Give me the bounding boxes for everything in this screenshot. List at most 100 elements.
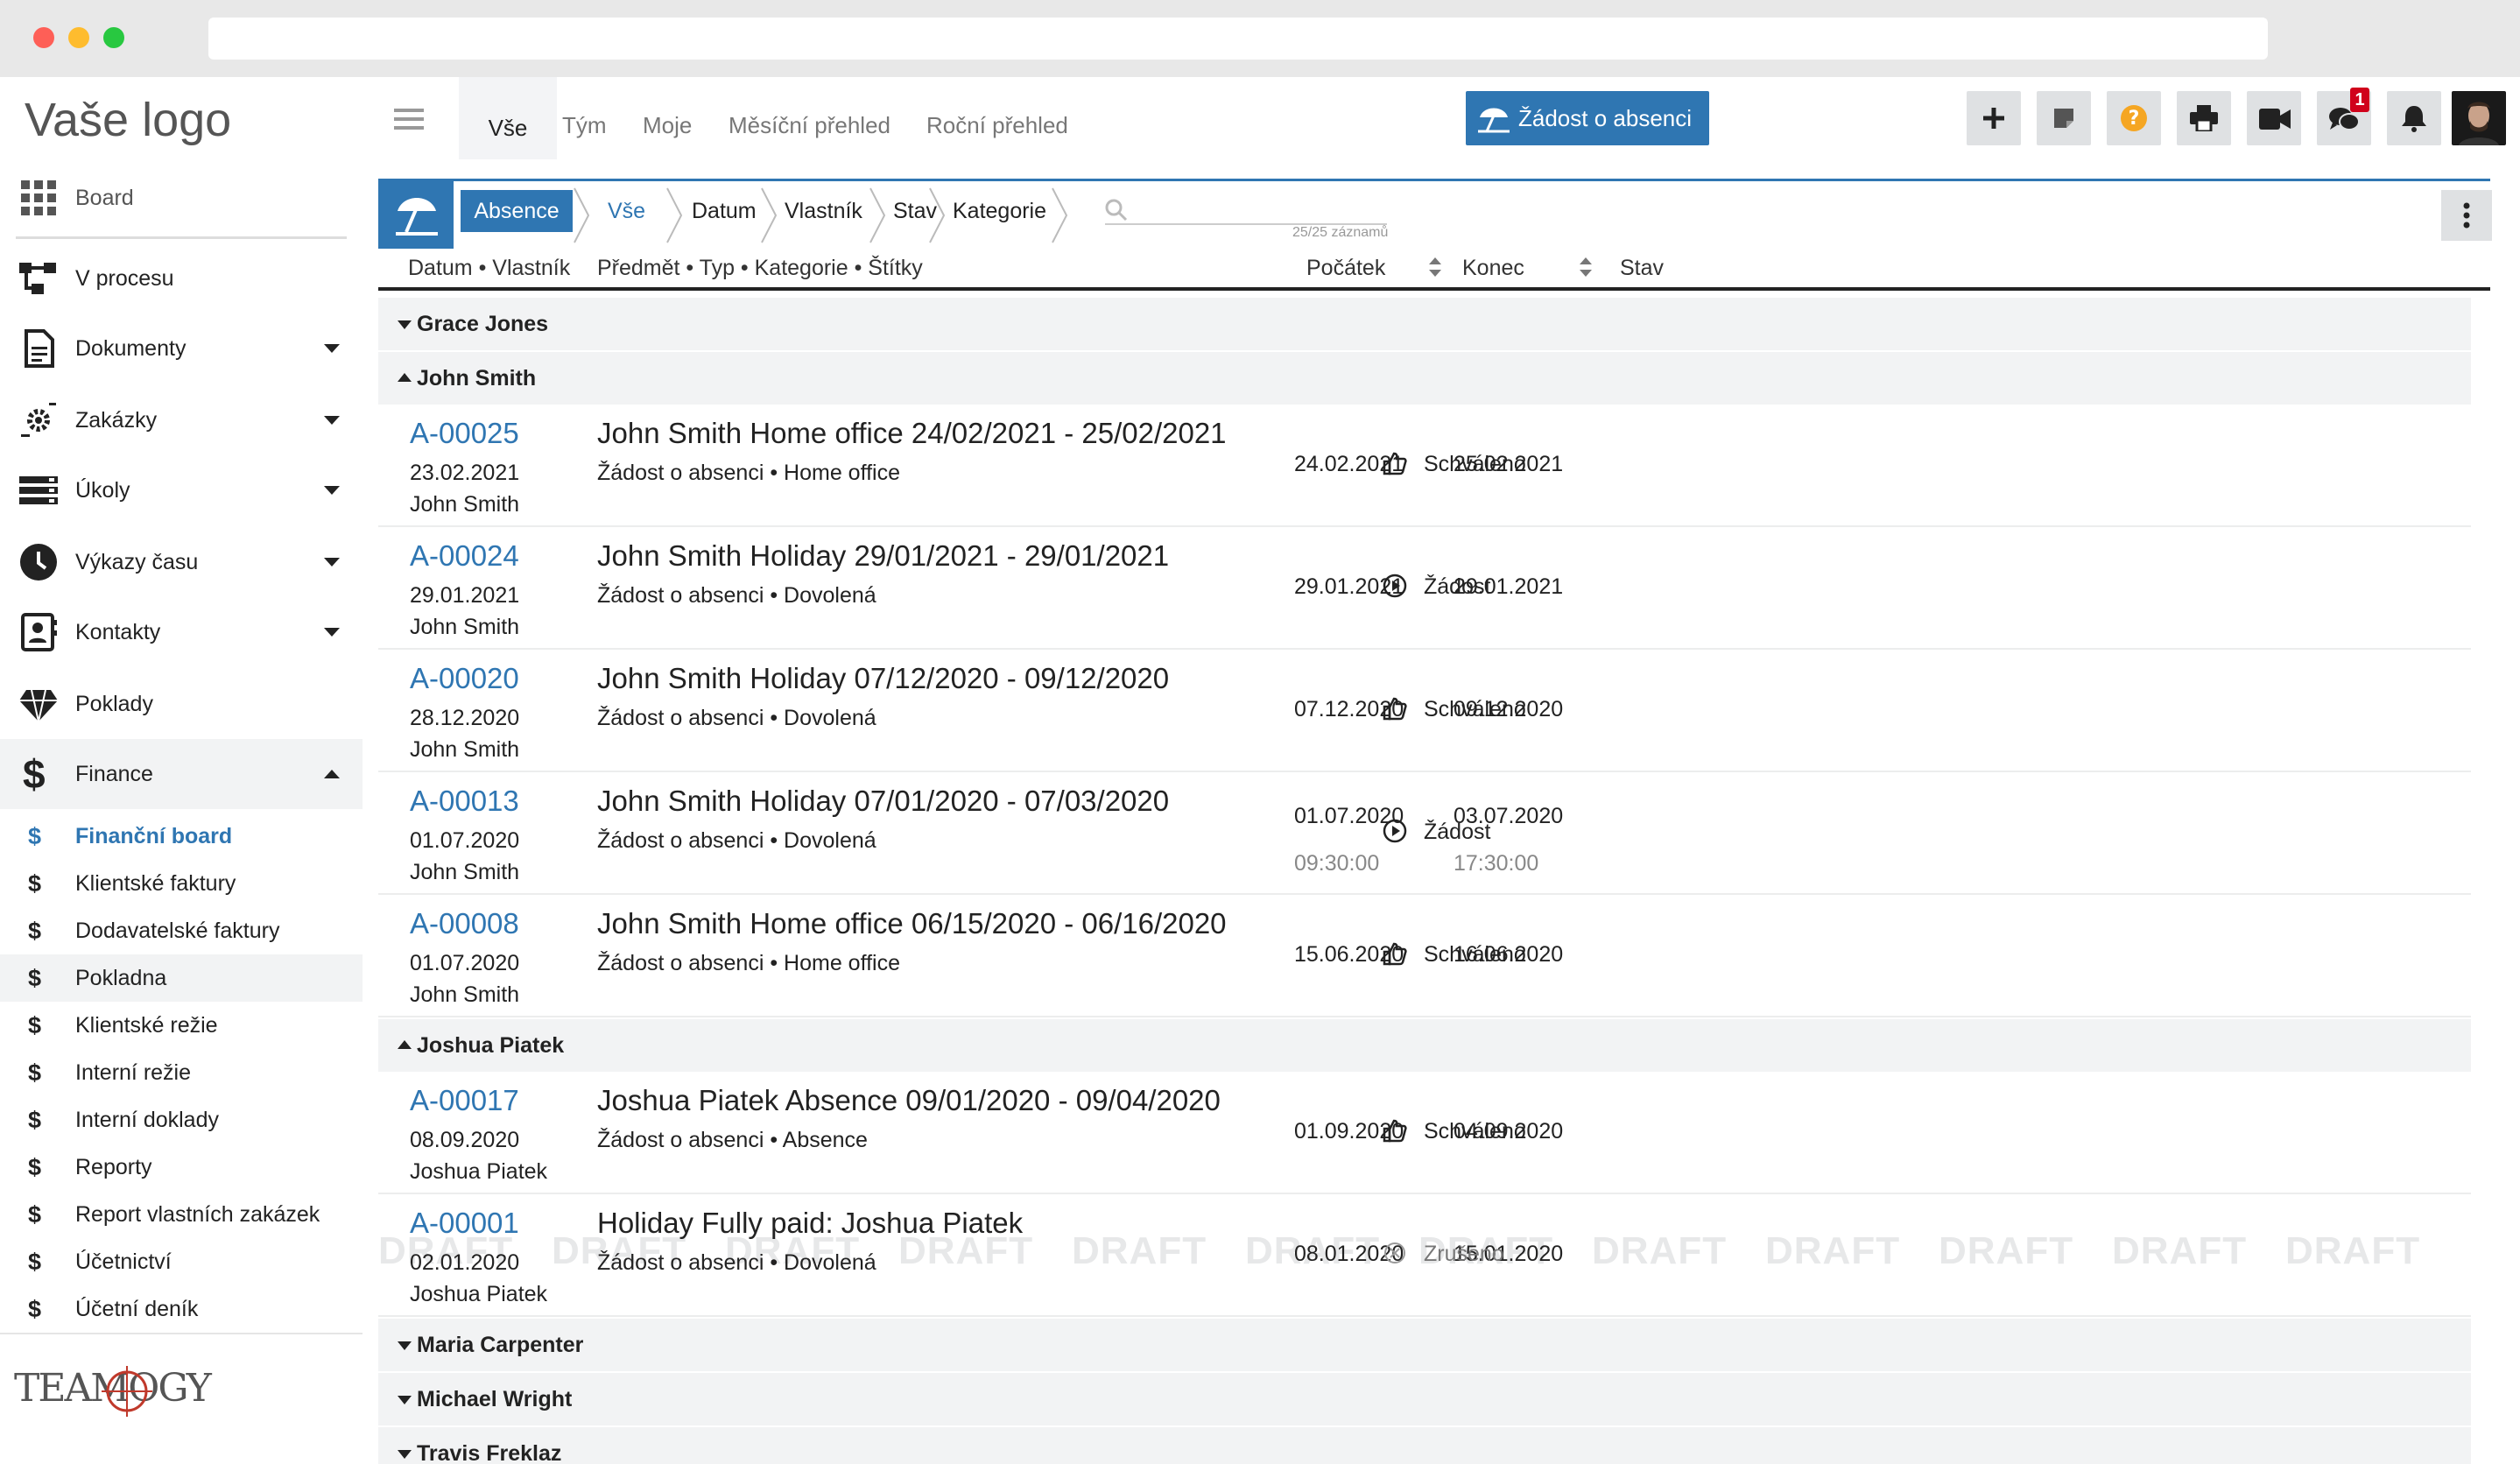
record-id-link[interactable]: A-00020: [410, 662, 519, 695]
group-row-maria-carpenter[interactable]: Maria Carpenter: [378, 1319, 2471, 1371]
record-id-link[interactable]: A-00017: [410, 1084, 519, 1117]
module-icon-box: [378, 181, 454, 249]
chevron-down-icon[interactable]: [324, 416, 340, 425]
record-id-link[interactable]: A-00008: [410, 907, 519, 940]
chat-button[interactable]: 1: [2317, 88, 2371, 145]
sidebar-item-board[interactable]: Board: [0, 163, 363, 233]
table-row[interactable]: A-00017 08.09.2020 Joshua Piatek Joshua …: [378, 1072, 2471, 1194]
record-id-link[interactable]: A-00024: [410, 539, 519, 573]
chevron-down-icon[interactable]: [324, 558, 340, 567]
record-id-link[interactable]: A-00013: [410, 785, 519, 818]
sidebar-item-ukoly[interactable]: Úkoly: [0, 455, 363, 525]
sort-icon[interactable]: [1427, 256, 1443, 278]
record-title[interactable]: Joshua Piatek Absence 09/01/2020 - 09/04…: [597, 1084, 1221, 1117]
tab-moje[interactable]: Moje: [643, 77, 692, 159]
crumb-separator: [761, 187, 778, 243]
tab-mesicni-prehled[interactable]: Měsíční přehled: [729, 77, 890, 159]
maximize-window-dot[interactable]: [103, 27, 124, 48]
sidebar-subitem-reporty[interactable]: $ Reporty: [0, 1144, 363, 1191]
record-title[interactable]: Holiday Fully paid: Joshua Piatek: [597, 1207, 1023, 1240]
sidebar-item-finance[interactable]: $ Finance: [0, 739, 363, 809]
hamburger-menu-icon[interactable]: [394, 109, 424, 112]
table-row[interactable]: A-00013 01.07.2020 John Smith John Smith…: [378, 772, 2471, 895]
crumb-vse[interactable]: Vše: [608, 190, 645, 257]
table-row[interactable]: A-00020 28.12.2020 John Smith John Smith…: [378, 650, 2471, 772]
sidebar-subitem-label: Dodavatelské faktury: [75, 919, 280, 943]
sidebar-subitem-ucetnictvi[interactable]: $ Účetnictví: [0, 1238, 363, 1285]
column-state[interactable]: Stav: [1620, 249, 1664, 287]
absence-request-button[interactable]: Žádost o absenci: [1466, 91, 1709, 145]
chevron-down-icon[interactable]: [324, 486, 340, 495]
print-button[interactable]: [2177, 91, 2231, 145]
table-row[interactable]: A-00025 23.02.2021 John Smith John Smith…: [378, 405, 2471, 527]
tab-tym[interactable]: Tým: [562, 77, 607, 159]
close-window-dot[interactable]: [33, 27, 54, 48]
print-icon: [2190, 105, 2218, 131]
chevron-down-icon[interactable]: [324, 628, 340, 637]
sidebar-item-dokumenty[interactable]: Dokumenty: [0, 313, 363, 384]
chevron-down-icon[interactable]: [324, 344, 340, 353]
video-button[interactable]: [2247, 91, 2301, 145]
crumb-vlastnik[interactable]: Vlastník: [785, 190, 862, 257]
table-row[interactable]: DRAFT DRAFT DRAFT DRAFT DRAFT DRAFT DRAF…: [378, 1194, 2471, 1317]
sidebar-item-label: Zakázky: [75, 408, 158, 433]
workflow-icon: [19, 263, 56, 294]
record-title[interactable]: John Smith Home office 24/02/2021 - 25/0…: [597, 417, 1227, 450]
record-title[interactable]: John Smith Holiday 29/01/2021 - 29/01/20…: [597, 539, 1169, 573]
table-row[interactable]: A-00008 01.07.2020 John Smith John Smith…: [378, 895, 2471, 1017]
note-icon: [2054, 109, 2073, 128]
address-bar[interactable]: [208, 18, 2268, 60]
group-name: John Smith: [417, 366, 537, 391]
column-start[interactable]: Počátek: [1306, 249, 1385, 287]
record-count: 25/25 záznamů: [1292, 225, 1389, 240]
record-id-link[interactable]: A-00001: [410, 1207, 519, 1240]
tab-vse[interactable]: Vše: [459, 77, 557, 159]
record-date: 23.02.2021: [410, 461, 520, 485]
sidebar-item-v-procesu[interactable]: V procesu: [0, 243, 363, 313]
filter-bar: Absence Vše Datum Vlastník Stav Kategori…: [378, 179, 2492, 249]
group-row-john-smith[interactable]: John Smith: [378, 352, 2471, 405]
group-row-joshua-piatek[interactable]: Joshua Piatek: [378, 1019, 2471, 1072]
column-end[interactable]: Konec: [1462, 249, 1524, 287]
record-title[interactable]: John Smith Holiday 07/01/2020 - 07/03/20…: [597, 785, 1169, 818]
note-button[interactable]: [2037, 91, 2091, 145]
table-row[interactable]: A-00024 29.01.2021 John Smith John Smith…: [378, 527, 2471, 650]
sidebar-subitem-interni-rezie[interactable]: $ Interní režie: [0, 1049, 363, 1096]
group-row-grace-jones[interactable]: Grace Jones: [378, 298, 2471, 350]
sidebar-item-vykazy-casu[interactable]: Výkazy času: [0, 527, 363, 597]
more-options-button[interactable]: [2441, 190, 2492, 241]
tab-rocni-prehled[interactable]: Roční přehled: [926, 77, 1068, 159]
column-subject[interactable]: Předmět • Typ • Kategorie • Štítky: [597, 249, 923, 287]
avatar[interactable]: [2452, 91, 2506, 145]
help-button[interactable]: ?: [2107, 91, 2161, 145]
record-title[interactable]: John Smith Home office 06/15/2020 - 06/1…: [597, 907, 1227, 940]
dollar-icon: $: [28, 1012, 42, 1038]
sidebar-subitem-pokladna[interactable]: $ Pokladna: [0, 954, 363, 1002]
group-row-travis-freklaz[interactable]: Travis Freklaz: [378, 1427, 2471, 1464]
sidebar-subitem-ucetni-denik[interactable]: $ Účetní deník: [0, 1285, 363, 1333]
sidebar-item-poklady[interactable]: Poklady: [0, 669, 363, 739]
crumb-kategorie[interactable]: Kategorie: [953, 190, 1046, 257]
group-row-michael-wright[interactable]: Michael Wright: [378, 1373, 2471, 1425]
sidebar-item-kontakty[interactable]: Kontakty: [0, 597, 363, 667]
minimize-window-dot[interactable]: [68, 27, 89, 48]
crumb-absence[interactable]: Absence: [461, 190, 573, 232]
sidebar-subitem-interni-doklady[interactable]: $ Interní doklady: [0, 1096, 363, 1144]
column-date-owner[interactable]: Datum • Vlastník: [408, 249, 570, 287]
search-icon[interactable]: [1105, 199, 1128, 222]
sidebar-subitem-report-vlastnich-zakazek[interactable]: $ Report vlastních zakázek: [0, 1191, 363, 1238]
sidebar-subitem-klientske-faktury[interactable]: $ Klientské faktury: [0, 860, 363, 907]
add-button[interactable]: [1967, 91, 2021, 145]
sidebar-subitem-financni-board[interactable]: $ Finanční board: [0, 813, 363, 860]
dollar-icon: $: [28, 918, 42, 944]
sidebar-subitem-dodavatelske-faktury[interactable]: $ Dodavatelské faktury: [0, 907, 363, 954]
record-title[interactable]: John Smith Holiday 07/12/2020 - 09/12/20…: [597, 662, 1169, 695]
sidebar-subitem-klientske-rezie[interactable]: $ Klientské režie: [0, 1002, 363, 1049]
crumb-datum[interactable]: Datum: [692, 190, 757, 257]
record-id-link[interactable]: A-00025: [410, 417, 519, 450]
company-logo: Vaše logo: [25, 94, 232, 146]
sidebar-item-zakazky[interactable]: Zakázky: [0, 385, 363, 455]
chevron-up-icon[interactable]: [324, 770, 340, 778]
sort-icon[interactable]: [1578, 256, 1594, 278]
notifications-button[interactable]: [2387, 91, 2441, 145]
